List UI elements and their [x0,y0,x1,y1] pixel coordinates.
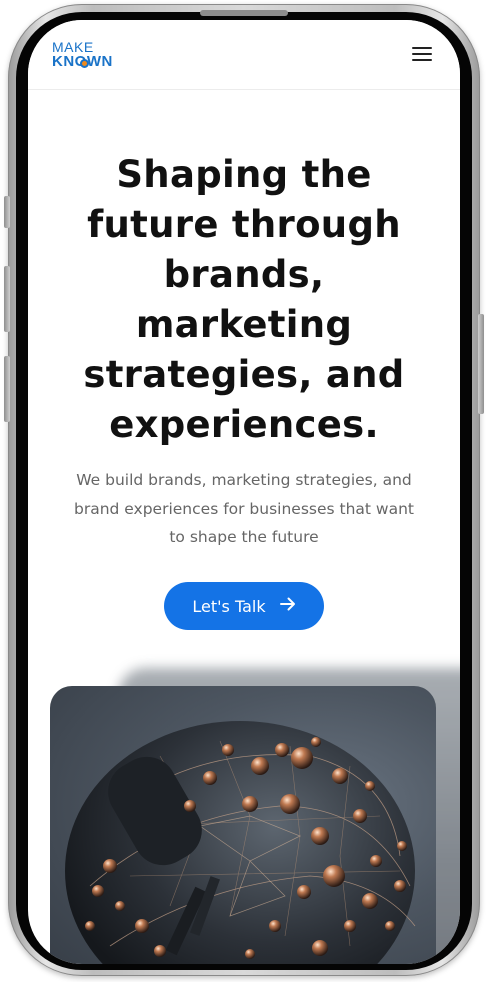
phone-screen: MAKE KNOWN Shaping the future through br… [28,20,460,964]
hero-subtitle-line: to shape the future [169,528,319,546]
hamburger-menu-icon[interactable] [410,44,434,64]
hero-subtitle: We build brands, marketing strategies, a… [50,466,438,552]
phone-volume-up-button [4,266,10,332]
lets-talk-button[interactable]: Let's Talk [164,582,324,630]
phone-top-speaker [200,10,288,16]
hero-title: Shaping the future through brands, marke… [64,150,424,450]
menu-bar [412,59,432,61]
hero-subtitle-line: brand experiences for businesses that wa… [73,499,415,518]
hero-title-line: Shaping the [116,153,372,196]
menu-bar [412,53,432,55]
phone-power-button [478,314,484,414]
hero-subtitle-line: We build brands, marketing strategies, a… [76,471,412,489]
logo-target-icon [80,59,89,68]
arrow-right-icon [279,597,296,615]
hero-title-line: future through [87,203,401,246]
phone-volume-down-button [4,356,10,422]
hero-title-line: marketing [135,303,353,346]
phone-silent-switch [4,196,10,228]
hero-title-line: strategies, and [83,353,405,396]
hero-title-line: experiences. [109,403,379,446]
site-header: MAKE KNOWN [28,20,460,90]
menu-bar [412,47,432,49]
brand-logo[interactable]: MAKE KNOWN [52,40,132,74]
lets-talk-label: Let's Talk [192,596,266,616]
hero-title-line: brands, [163,253,325,296]
hero-image [50,686,436,964]
abstract-sphere-illustration [65,721,416,964]
